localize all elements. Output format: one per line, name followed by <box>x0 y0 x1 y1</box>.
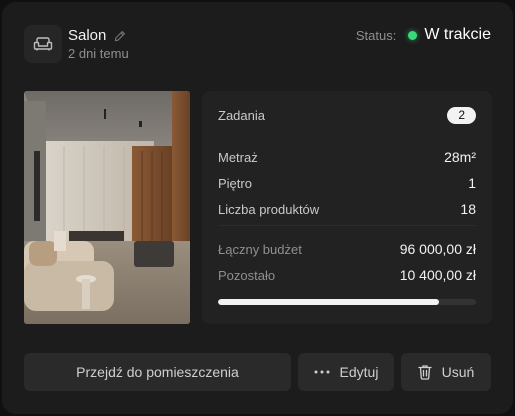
area-row: Metraż 28m² <box>218 149 476 165</box>
budget-label: Łączny budżet <box>218 241 302 257</box>
go-to-room-label: Przejdź do pomieszczenia <box>76 364 239 380</box>
pencil-icon[interactable] <box>114 30 126 42</box>
area-value: 28m² <box>444 149 476 165</box>
edit-button[interactable]: Edytuj <box>298 353 394 391</box>
status-value: W trakcie <box>424 26 491 43</box>
tasks-count-badge: 2 <box>447 107 476 124</box>
status-indicator: Status: W trakcie <box>356 26 491 44</box>
area-label: Metraż <box>218 149 258 165</box>
divider <box>218 225 476 226</box>
products-row: Liczba produktów 18 <box>218 201 476 217</box>
more-dots-icon <box>314 370 330 374</box>
products-value: 18 <box>460 201 476 217</box>
budget-value: 96 000,00 zł <box>399 241 476 257</box>
floor-row: Piętro 1 <box>218 175 476 191</box>
go-to-room-button[interactable]: Przejdź do pomieszczenia <box>24 353 291 391</box>
budget-progress-bar <box>218 299 476 305</box>
trash-icon <box>418 364 432 380</box>
status-label: Status: <box>355 27 397 43</box>
budget-row: Łączny budżet 96 000,00 zł <box>218 241 476 257</box>
sofa-icon <box>24 25 62 63</box>
products-label: Liczba produktów <box>218 201 320 217</box>
tasks-label: Zadania <box>218 108 265 123</box>
room-photo <box>24 91 190 324</box>
budget-progress-fill <box>218 299 439 305</box>
delete-button[interactable]: Usuń <box>401 353 491 391</box>
delete-label: Usuń <box>441 364 475 380</box>
room-card: Salon 2 dni temu Status: W trakcie Zadan… <box>2 2 513 414</box>
remaining-label: Pozostało <box>218 267 276 283</box>
tasks-row: Zadania 2 <box>218 107 476 124</box>
floor-value: 1 <box>468 175 476 191</box>
floor-label: Piętro <box>218 175 252 191</box>
room-name: Salon <box>68 27 107 44</box>
room-title: Salon <box>68 27 126 44</box>
status-dot-icon <box>408 30 418 40</box>
remaining-row: Pozostało 10 400,00 zł <box>218 267 476 283</box>
remaining-value: 10 400,00 zł <box>399 267 476 283</box>
room-subtitle: 2 dni temu <box>68 46 129 61</box>
room-details-panel: Zadania 2 Metraż 28m² Piętro 1 Liczba pr… <box>202 91 492 324</box>
edit-label: Edytuj <box>339 364 379 380</box>
